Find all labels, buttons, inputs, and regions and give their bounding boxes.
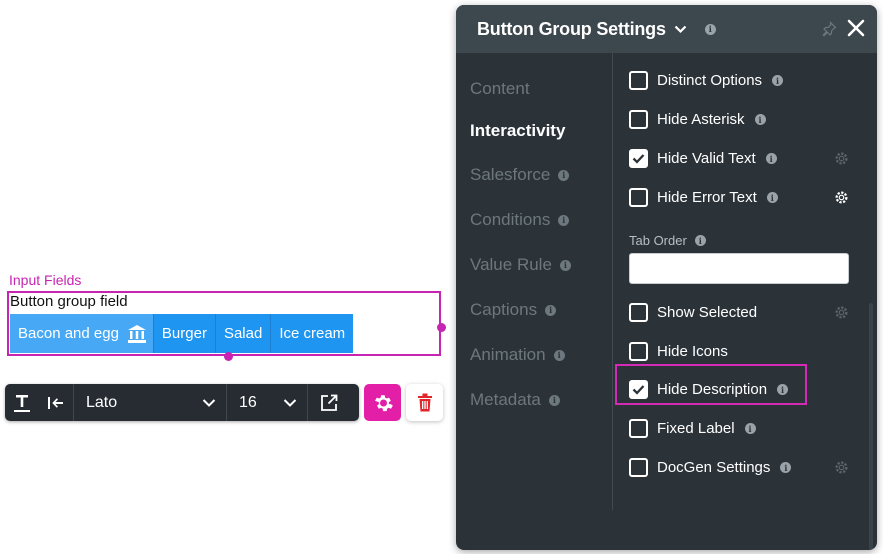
info-icon[interactable]: i <box>704 23 716 35</box>
nav-item-salesforce[interactable]: Salesforce i <box>470 165 570 185</box>
checkbox[interactable] <box>629 188 648 207</box>
font-family-value: Lato <box>86 393 118 411</box>
option-hide-error-text[interactable]: Hide Error Text i <box>629 188 778 207</box>
info-icon[interactable]: i <box>558 169 570 181</box>
font-family-select[interactable]: Lato <box>74 384 226 421</box>
checkbox[interactable] <box>629 419 648 438</box>
nav-item-content[interactable]: Content <box>470 79 530 99</box>
checkbox-checked[interactable] <box>629 380 648 399</box>
align-left-icon[interactable] <box>39 384 73 421</box>
info-icon[interactable]: i <box>545 304 557 316</box>
settings-nav: Content Interactivity Salesforce i Condit… <box>456 53 612 550</box>
chevron-down-icon[interactable] <box>674 25 687 34</box>
checkbox[interactable] <box>629 342 648 361</box>
tab-order-label: Tab Order i <box>629 233 706 248</box>
nav-item-value-rule[interactable]: Value Rule i <box>470 255 571 275</box>
settings-panel: Button Group Settings i Content Interact… <box>456 5 877 550</box>
open-external-button[interactable] <box>308 384 350 421</box>
checkmark-icon <box>632 154 645 164</box>
trash-icon <box>417 393 432 412</box>
option-hide-icons[interactable]: Hide Icons <box>629 342 728 361</box>
nav-item-animation[interactable]: Animation i <box>470 345 565 365</box>
gear-icon[interactable] <box>834 151 849 166</box>
interactivity-options: Distinct Options i Hide Asterisk i Hide … <box>613 53 877 550</box>
checkbox[interactable] <box>629 110 648 129</box>
info-icon[interactable]: i <box>559 259 571 271</box>
tab-order-input[interactable] <box>629 253 849 284</box>
nav-item-captions[interactable]: Captions i <box>470 300 557 320</box>
option-hide-description[interactable]: Hide Description i <box>629 380 789 399</box>
checkbox[interactable] <box>629 458 648 477</box>
info-icon[interactable]: i <box>772 75 784 86</box>
delete-button[interactable] <box>406 384 443 421</box>
panel-title[interactable]: Button Group Settings <box>477 19 666 40</box>
checkbox-checked[interactable] <box>629 149 648 168</box>
option-hide-asterisk[interactable]: Hide Asterisk i <box>629 110 766 129</box>
info-icon[interactable]: i <box>777 384 789 395</box>
info-icon[interactable]: i <box>558 214 570 226</box>
option-button-ice-cream[interactable]: Ice cream <box>271 314 354 353</box>
external-link-icon <box>321 394 338 411</box>
option-label: Bacon and egg <box>18 325 119 342</box>
option-button-bacon-and-egg[interactable]: Bacon and egg <box>10 314 154 353</box>
gear-icon[interactable] <box>834 305 849 320</box>
panel-header: Button Group Settings i <box>456 5 877 53</box>
info-icon[interactable]: i <box>553 349 565 361</box>
option-docgen-settings[interactable]: DocGen Settings i <box>629 458 792 477</box>
option-distinct-options[interactable]: Distinct Options i <box>629 71 784 90</box>
gear-icon[interactable] <box>834 190 849 205</box>
info-icon[interactable]: i <box>744 423 756 434</box>
checkmark-icon <box>632 385 645 395</box>
nav-item-conditions[interactable]: Conditions i <box>470 210 570 230</box>
font-size-value: 16 <box>239 393 257 411</box>
option-button-burger[interactable]: Burger <box>153 314 216 353</box>
text-format-icon[interactable] <box>5 384 39 421</box>
gear-icon <box>374 394 393 411</box>
chevron-down-icon <box>202 398 216 407</box>
nav-item-metadata[interactable]: Metadata i <box>470 390 560 410</box>
section-label: Input Fields <box>9 272 82 288</box>
close-icon[interactable] <box>847 19 865 37</box>
bank-icon <box>127 324 146 343</box>
resize-handle-right[interactable] <box>437 323 446 332</box>
chevron-down-icon <box>283 398 297 407</box>
format-toolbar: Lato 16 <box>5 384 359 421</box>
resize-handle-bottom[interactable] <box>224 352 233 361</box>
option-button-salad[interactable]: Salad <box>215 314 272 353</box>
info-icon[interactable]: i <box>548 394 560 406</box>
info-icon[interactable]: i <box>694 235 706 246</box>
option-hide-valid-text[interactable]: Hide Valid Text i <box>629 149 777 168</box>
font-size-select[interactable]: 16 <box>227 384 307 421</box>
option-show-selected[interactable]: Show Selected <box>629 303 757 322</box>
info-icon[interactable]: i <box>766 192 778 203</box>
option-fixed-label[interactable]: Fixed Label i <box>629 419 756 438</box>
pin-icon[interactable] <box>821 21 837 37</box>
button-group: Bacon and egg Burger Salad Ice cream <box>10 314 354 353</box>
field-title: Button group field <box>10 293 128 310</box>
nav-item-interactivity[interactable]: Interactivity <box>470 121 565 141</box>
scrollbar[interactable] <box>869 303 873 550</box>
settings-button[interactable] <box>364 384 401 421</box>
gear-icon[interactable] <box>834 460 849 475</box>
info-icon[interactable]: i <box>765 153 777 164</box>
info-icon[interactable]: i <box>780 462 792 473</box>
checkbox[interactable] <box>629 71 648 90</box>
info-icon[interactable]: i <box>754 114 766 125</box>
button-group-field[interactable]: Button group field Bacon and egg Burger … <box>7 291 441 356</box>
checkbox[interactable] <box>629 303 648 322</box>
